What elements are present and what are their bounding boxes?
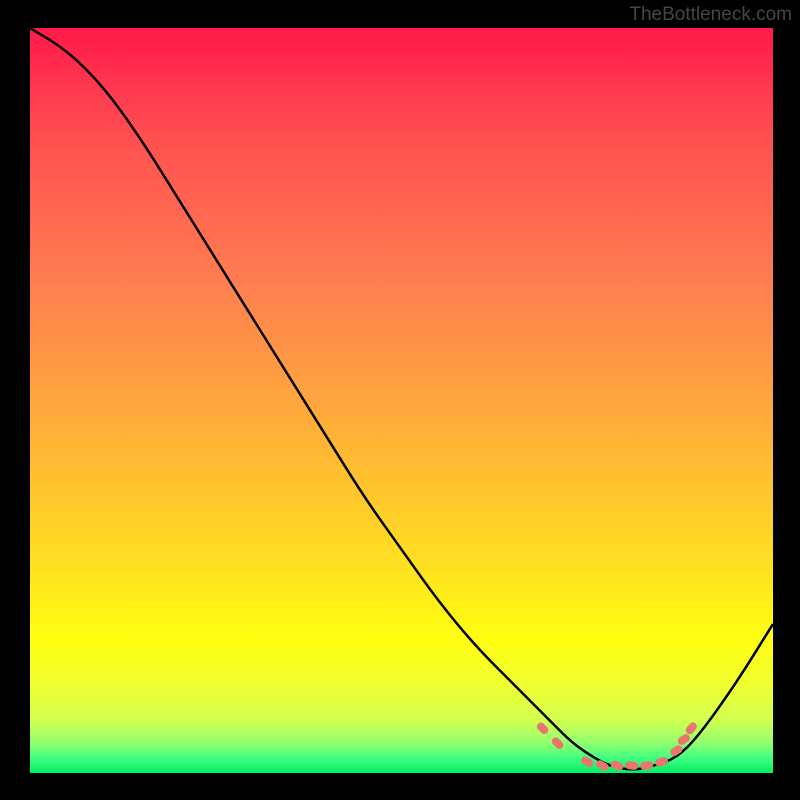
curve-markers [535,721,698,773]
marker-point [550,736,565,751]
marker-point [535,721,550,736]
marker-point [684,721,698,736]
plot-area [30,28,773,773]
chart-container: TheBottleneck.com [0,0,800,800]
bottleneck-curve [30,28,773,769]
watermark-text: TheBottleneck.com [629,4,792,26]
marker-point [640,761,654,771]
marker-point [609,760,624,772]
curve-layer [30,28,773,773]
